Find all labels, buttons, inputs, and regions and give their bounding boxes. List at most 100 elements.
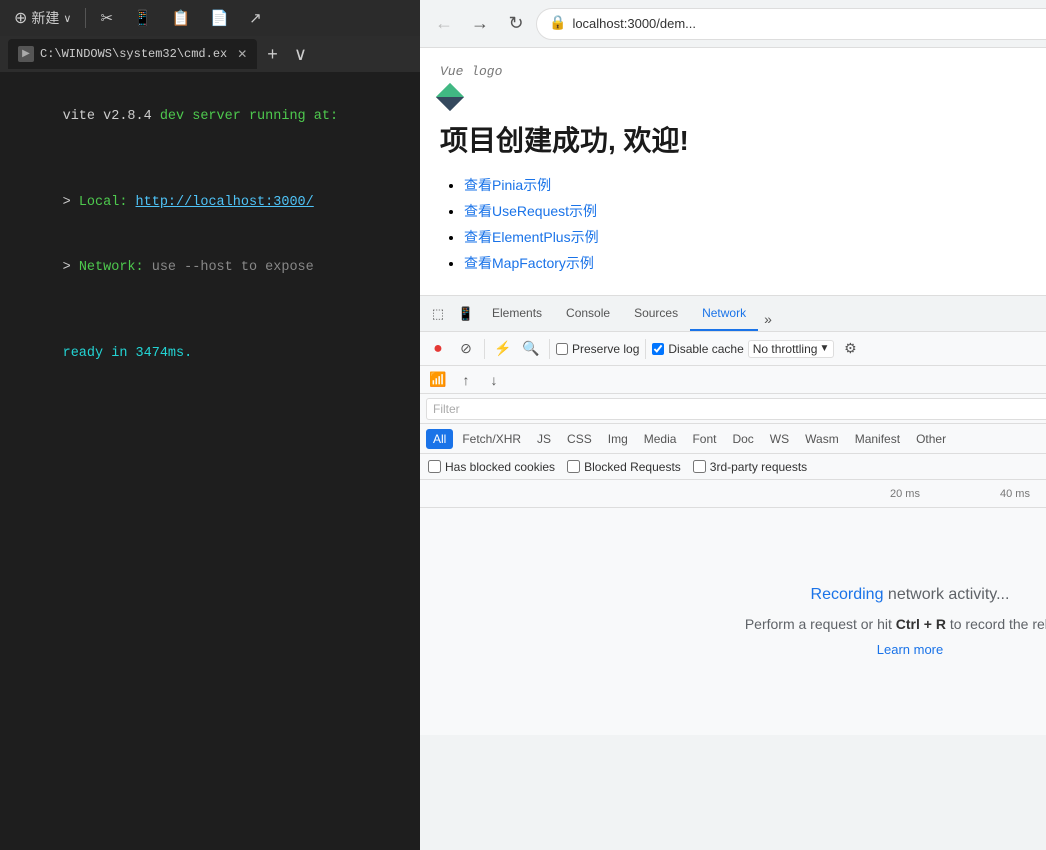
add-terminal-tab[interactable]: + [261,42,284,67]
devtools-inspect-button[interactable]: ⬚ [424,300,452,328]
back-button[interactable]: ← [428,8,460,40]
perform-prefix: Perform a request or hit [745,616,896,632]
refresh-button[interactable]: ↻ [500,8,532,40]
type-btn-other[interactable]: Other [909,429,953,449]
new-tab-label: 新建 [31,8,59,28]
dev-server-text: dev server running at: [160,109,338,124]
mobile-button[interactable]: 📱 [127,7,158,29]
record-button[interactable]: ● [426,337,450,361]
clear-button[interactable]: ⊘ [454,337,478,361]
disable-cache-text: Disable cache [668,342,743,356]
tab-console[interactable]: Console [554,296,622,331]
copy-button[interactable]: 📋 [166,7,197,29]
preserve-log-label[interactable]: Preserve log [556,342,639,356]
vue-logo: Vue logo [440,64,1046,79]
term-line-5 [14,300,406,322]
has-blocked-cookies-checkbox[interactable] [428,460,441,473]
mapfactory-link[interactable]: 查看MapFactory示例 [464,255,594,271]
wifi-icon-btn[interactable]: 📶 [426,368,450,392]
filter-button[interactable]: ⚡ [491,337,515,361]
new-tab-button[interactable]: ⊕ 新建 ∨ [8,6,77,30]
filter-input-wrap[interactable]: Filter [426,398,1046,420]
more-terminal-tabs[interactable]: ∨ [288,42,313,67]
lock-icon: 🔒 [549,15,566,32]
search-button[interactable]: 🔍 [519,337,543,361]
cut-button[interactable]: ✂ [94,7,119,29]
browser-main-row: Vue logo 项目创建成功, 欢迎! 查看Pinia示例 查看UseRequ… [420,48,1046,850]
terminal-tab[interactable]: ▶ C:\WINDOWS\system32\cmd.ex ✕ [8,39,257,69]
pinia-link[interactable]: 查看Pinia示例 [464,177,551,193]
type-btn-media[interactable]: Media [637,429,684,449]
type-btn-fetchxhr[interactable]: Fetch/XHR [455,429,528,449]
terminal-tab-close[interactable]: ✕ [237,47,247,62]
vue-diamond-icon [436,83,464,111]
download-icon-btn[interactable]: ↓ [482,368,506,392]
throttle-select[interactable]: No throttling ▼ [748,340,835,358]
network-toolbar: ● ⊘ ⚡ 🔍 Preserve log Disable cache [420,332,1046,366]
paste-button[interactable]: 📄 [204,7,235,29]
type-btn-img[interactable]: Img [601,429,635,449]
recording-text: Recording network activity... [811,586,1010,604]
timeline-header: 20 ms 40 ms 60 ms 80 ms 100 ms [420,480,1046,508]
link-item-2: 查看UseRequest示例 [464,201,1046,221]
blocked-requests-label[interactable]: Blocked Requests [567,460,681,474]
type-btn-doc[interactable]: Doc [725,429,760,449]
disable-cache-checkbox[interactable] [652,343,664,355]
browser-panel: ← → ↻ 🔒 localhost:3000/dem... ⊞ ↑ ☆ 🧩 👤 … [420,0,1046,850]
devtools-header: ⬚ 📱 Elements Console Sources Ne [420,296,1046,332]
plus-icon: ⊕ [14,8,27,28]
terminal-body: vite v2.8.4 dev server running at: > Loc… [0,72,420,850]
throttle-label: No throttling [753,342,818,356]
tab-elements[interactable]: Elements [480,296,554,331]
localhost-link[interactable]: http://localhost:3000/ [136,195,314,210]
local-prompt: > Local: [63,195,136,210]
forward-button[interactable]: → [464,8,496,40]
tab-network[interactable]: Network [690,296,758,331]
term-line-6: ready in 3474ms. [14,322,406,387]
blocked-requests-checkbox[interactable] [567,460,580,473]
link-item-3: 查看ElementPlus示例 [464,227,1046,247]
vite-version: vite v2.8.4 [63,109,160,124]
preserve-log-checkbox[interactable] [556,343,568,355]
tl-label-1: 20 ms [850,488,960,500]
recording-suffix: network activity... [883,586,1009,603]
type-btn-ws[interactable]: WS [763,429,796,449]
third-party-checkbox[interactable] [693,460,706,473]
export-button[interactable]: ↗ [243,7,268,29]
type-btn-manifest[interactable]: Manifest [848,429,907,449]
page-links: 查看Pinia示例 查看UseRequest示例 查看ElementPlus示例… [440,175,1046,273]
tab-sources[interactable]: Sources [622,296,690,331]
tl-label-2: 40 ms [960,488,1046,500]
network-filter-row: Filter Invert Hide data URLs [420,394,1046,424]
type-btn-all[interactable]: All [426,429,453,449]
top-bar: ⊕ 新建 ∨ ✂ 📱 📋 📄 ↗ [0,0,420,36]
elementplus-link[interactable]: 查看ElementPlus示例 [464,229,599,245]
toolbar-separator-1 [484,339,485,359]
perform-key: Ctrl + R [896,616,946,632]
third-party-label[interactable]: 3rd-party requests [693,460,807,474]
network-empty-state: Recording network activity... Perform a … [420,508,1046,735]
network-checkbox-row: Has blocked cookies Blocked Requests 3rd… [420,454,1046,480]
address-bar[interactable]: 🔒 localhost:3000/dem... ⊞ ↑ [536,8,1046,40]
type-btn-font[interactable]: Font [685,429,723,449]
toolbar-separator-3 [645,339,646,359]
terminal-tab-icon: ▶ [18,46,34,62]
throttle-chevron-icon: ▼ [819,343,829,354]
devtools-more-tabs-button[interactable]: » [758,307,778,331]
learn-more-link[interactable]: Learn more [877,642,943,657]
network-settings-button[interactable]: ⚙ [838,337,862,361]
userequest-link[interactable]: 查看UseRequest示例 [464,203,597,219]
devtools-tabs: Elements Console Sources Network » [480,296,1046,331]
disable-cache-label[interactable]: Disable cache [652,342,743,356]
type-btn-js[interactable]: JS [530,429,558,449]
address-text: localhost:3000/dem... [572,16,1046,31]
type-btn-css[interactable]: CSS [560,429,599,449]
link-item-4: 查看MapFactory示例 [464,253,1046,273]
chevron-down-icon: ∨ [63,12,71,25]
preserve-log-text: Preserve log [572,342,639,356]
upload-icon-btn[interactable]: ↑ [454,368,478,392]
page-title: 项目创建成功, 欢迎! [440,119,1046,159]
devtools-device-button[interactable]: 📱 [452,300,480,328]
type-btn-wasm[interactable]: Wasm [798,429,846,449]
has-blocked-cookies-label[interactable]: Has blocked cookies [428,460,555,474]
